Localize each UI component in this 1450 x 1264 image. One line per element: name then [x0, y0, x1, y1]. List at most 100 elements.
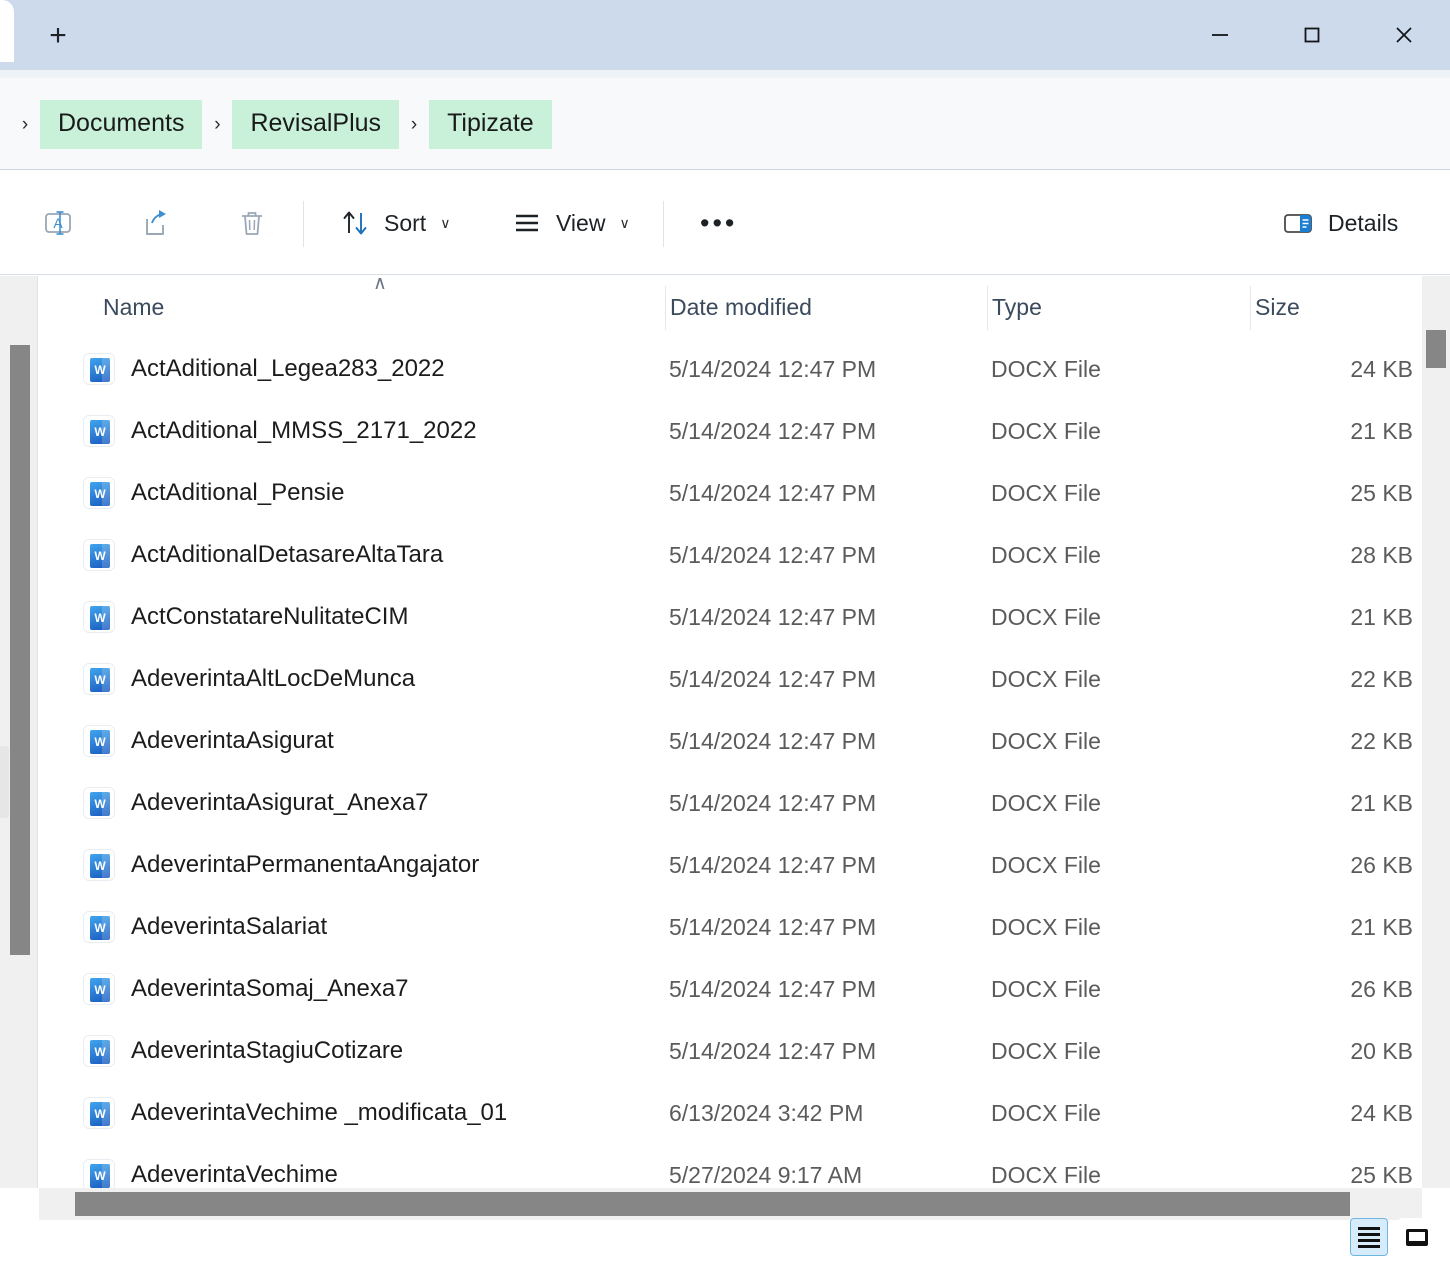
file-size-cell: 22 KB	[1169, 710, 1413, 772]
chevron-down-icon-view[interactable]: ∨	[619, 215, 629, 232]
table-row[interactable]: WActAditional_MMSS_2171_2022 5/14/2024 12…	[39, 400, 1422, 462]
file-date-cell: 5/14/2024 12:47 PM	[669, 586, 876, 648]
file-name-cell[interactable]: WAdeverintaPermanentaAngajator	[83, 834, 479, 896]
more-options-button[interactable]: •••	[690, 196, 747, 250]
column-divider-1[interactable]	[665, 286, 666, 330]
file-type-cell: DOCX File	[991, 772, 1101, 834]
share-button[interactable]	[125, 196, 197, 250]
file-list-vscrollbar-track[interactable]	[1422, 276, 1450, 1188]
table-row[interactable]: WActAditionalDetasareAltaTara 5/14/2024 1…	[39, 524, 1422, 586]
nav-pane-scrollbar-thumb[interactable]	[10, 345, 30, 955]
file-name-label: ActAditional_Pensie	[131, 479, 344, 507]
chevron-right-icon-leading[interactable]: ›	[10, 115, 40, 134]
table-row[interactable]: WAdeverintaVechime _modificata_016/13/20…	[39, 1082, 1422, 1144]
table-row[interactable]: WAdeverintaPermanentaAngajator 5/14/2024 …	[39, 834, 1422, 896]
file-date-cell: 5/14/2024 12:47 PM	[669, 648, 876, 710]
file-name-cell[interactable]: WAdeverintaSalariat	[83, 896, 327, 958]
word-file-icon: W	[83, 1035, 115, 1067]
close-button[interactable]	[1358, 0, 1450, 70]
sort-label: Sort	[384, 210, 426, 237]
file-list-vscrollbar-thumb[interactable]	[1426, 330, 1446, 368]
breadcrumb-item-tipizate[interactable]: Tipizate	[429, 100, 552, 149]
column-header-type-label: Type	[992, 294, 1042, 321]
command-bar: A	[0, 170, 1450, 275]
file-name-label: ActAditional_Legea283_2022	[131, 355, 445, 383]
word-file-icon: W	[83, 787, 115, 819]
active-tab[interactable]	[0, 0, 14, 62]
column-header-date-label: Date modified	[670, 294, 812, 321]
file-type-cell: DOCX File	[991, 586, 1101, 648]
table-row[interactable]: WAdeverintaSalariat5/14/2024 12:47 PMDOC…	[39, 896, 1422, 958]
file-name-cell[interactable]: WAdeverintaVechime _modificata_01	[83, 1082, 507, 1144]
details-pane-button[interactable]: Details	[1270, 196, 1408, 250]
title-bar: +	[0, 0, 1450, 78]
sort-button[interactable]: Sort ∨	[328, 196, 460, 250]
file-name-cell[interactable]: WAdeverintaStagiuCotizare	[83, 1020, 403, 1082]
table-row[interactable]: WActConstatareNulitateCIM 5/14/2024 12:47…	[39, 586, 1422, 648]
column-header-date-modified[interactable]: Date modified	[670, 276, 812, 338]
file-name-label: AdeverintaVechime	[131, 1161, 338, 1188]
file-name-label: ActConstatareNulitateCIM	[131, 603, 408, 631]
file-name-cell[interactable]: WActAditional_Legea283_2022	[83, 338, 445, 400]
file-date-cell: 5/14/2024 12:47 PM	[669, 400, 876, 462]
breadcrumb-item-revisalplus[interactable]: RevisalPlus	[232, 100, 399, 149]
table-row[interactable]: WAdeverintaSomaj_Anexa75/14/2024 12:47 P…	[39, 958, 1422, 1020]
chevron-right-icon-1[interactable]: ›	[202, 115, 232, 134]
file-size-cell: 21 KB	[1169, 896, 1413, 958]
word-file-icon: W	[83, 663, 115, 695]
column-divider-3[interactable]	[1250, 286, 1251, 330]
large-icons-view-icon	[1406, 1229, 1428, 1246]
file-list-hscrollbar-thumb[interactable]	[75, 1192, 1350, 1216]
file-name-cell[interactable]: WActAditionalDetasareAltaTara	[83, 524, 443, 586]
file-date-cell: 5/14/2024 12:47 PM	[669, 834, 876, 896]
file-name-cell[interactable]: W AdeverintaVechime	[83, 1144, 338, 1188]
file-name-cell[interactable]: WActAditional_Pensie	[83, 462, 344, 524]
new-tab-button[interactable]: +	[34, 14, 82, 58]
file-size-cell: 24 KB	[1169, 1082, 1413, 1144]
chevron-down-icon-sort[interactable]: ∨	[440, 215, 450, 232]
file-name-cell[interactable]: WAdeverintaAltLocDeMunca	[83, 648, 415, 710]
column-header-row: ∧ Name Date modified Type Size	[39, 276, 1422, 338]
table-row[interactable]: WAdeverintaVechime5/27/2024 9:17 AMDOCX …	[39, 1144, 1422, 1188]
word-file-icon: W	[83, 973, 115, 1005]
breadcrumb-item-documents[interactable]: Documents	[40, 100, 202, 149]
table-row[interactable]: WAdeverintaStagiuCotizare5/14/2024 12:47…	[39, 1020, 1422, 1082]
rename-button[interactable]: A	[28, 196, 100, 250]
minimize-button[interactable]	[1174, 0, 1266, 70]
delete-button[interactable]	[222, 196, 294, 250]
file-name-cell[interactable]: WAdeverintaAsigurat	[83, 710, 334, 772]
file-type-cell: DOCX File	[991, 648, 1101, 710]
file-name-cell[interactable]: WAdeverintaSomaj_Anexa7	[83, 958, 409, 1020]
file-type-cell: DOCX File	[991, 338, 1101, 400]
details-view-button[interactable]	[1350, 1218, 1388, 1256]
view-button[interactable]: View ∨	[500, 196, 640, 250]
file-date-cell: 5/14/2024 12:47 PM	[669, 524, 876, 586]
table-row[interactable]: WActAditional_Pensie5/14/2024 12:47 PMDO…	[39, 462, 1422, 524]
nav-pane-expander[interactable]	[0, 746, 9, 818]
file-size-cell: 25 KB	[1169, 462, 1413, 524]
file-type-cell: DOCX File	[991, 1082, 1101, 1144]
file-name-cell[interactable]: WActConstatareNulitateCIM	[83, 586, 408, 648]
maximize-button[interactable]	[1266, 0, 1358, 70]
file-size-cell: 24 KB	[1169, 338, 1413, 400]
column-header-name-label: Name	[103, 294, 164, 321]
column-divider-2[interactable]	[987, 286, 988, 330]
column-header-name[interactable]: ∧ Name	[103, 276, 164, 338]
chevron-right-icon-2[interactable]: ›	[399, 115, 429, 134]
column-header-size[interactable]: Size	[1255, 276, 1300, 338]
file-size-cell: 21 KB	[1169, 400, 1413, 462]
file-size-cell: 28 KB	[1169, 524, 1413, 586]
column-header-type[interactable]: Type	[992, 276, 1042, 338]
file-name-cell[interactable]: WAdeverintaAsigurat_Anexa7	[83, 772, 429, 834]
file-date-cell: 5/14/2024 12:47 PM	[669, 772, 876, 834]
word-file-icon: W	[83, 1159, 115, 1188]
large-icons-view-button[interactable]	[1398, 1218, 1436, 1256]
file-explorer-window: + › Documents › RevisalPlus › Tipizate	[0, 0, 1450, 1264]
table-row[interactable]: WAdeverintaAsigurat5/14/2024 12:47 PMDOC…	[39, 710, 1422, 772]
table-row[interactable]: WActAditional_Legea283_20225/14/2024 12:…	[39, 338, 1422, 400]
details-view-icon	[1358, 1224, 1380, 1251]
table-row[interactable]: WAdeverintaAltLocDeMunca 5/14/2024 12:47 …	[39, 648, 1422, 710]
file-name-cell[interactable]: WActAditional_MMSS_2171_2022	[83, 400, 477, 462]
view-toggle-group	[1350, 1218, 1436, 1256]
table-row[interactable]: WAdeverintaAsigurat_Anexa7 5/14/2024 12:4…	[39, 772, 1422, 834]
